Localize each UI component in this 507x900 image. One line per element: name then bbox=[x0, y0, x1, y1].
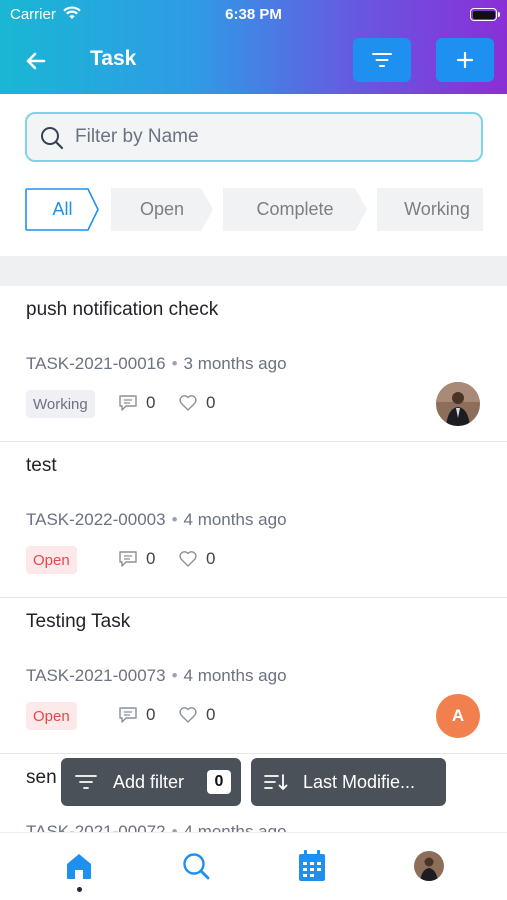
task-meta: TASK-2021-00073 • 4 months ago bbox=[26, 666, 287, 685]
comment-count: 0 bbox=[118, 549, 155, 569]
bottom-tab-bar bbox=[0, 832, 507, 900]
filter-button[interactable] bbox=[353, 38, 411, 82]
filter-lines-icon bbox=[75, 775, 97, 789]
comment-icon bbox=[119, 707, 137, 723]
task-title: sen bbox=[26, 767, 57, 788]
filter-count-badge: 0 bbox=[207, 770, 231, 794]
like-count: 0 bbox=[178, 393, 215, 413]
heart-icon bbox=[179, 707, 197, 723]
comment-count: 0 bbox=[118, 705, 155, 725]
tab-all[interactable]: All bbox=[25, 188, 100, 231]
task-id: TASK-2022-00003 bbox=[26, 510, 166, 529]
heart-icon bbox=[179, 551, 197, 567]
tab-complete[interactable]: Complete bbox=[223, 188, 367, 231]
active-tab-indicator bbox=[77, 887, 82, 892]
sort-button[interactable]: Last Modifie... bbox=[251, 758, 446, 806]
task-age: 3 months ago bbox=[183, 354, 287, 373]
task-meta: TASK-2022-00003 • 4 months ago bbox=[26, 510, 287, 529]
search-input[interactable] bbox=[75, 122, 470, 152]
assignee-avatar[interactable] bbox=[436, 382, 480, 426]
tab-complete-label: Complete bbox=[256, 199, 334, 219]
task-id: TASK-2021-00072 bbox=[26, 822, 166, 832]
clock: 6:38 PM bbox=[225, 6, 282, 23]
tab-all-label: All bbox=[52, 199, 73, 219]
add-filter-label: Add filter bbox=[113, 771, 185, 792]
add-filter-button[interactable]: Add filter 0 bbox=[61, 758, 241, 806]
search-icon bbox=[183, 853, 210, 880]
task-age: 4 months ago bbox=[183, 822, 287, 832]
task-row[interactable]: push notification check TASK-2021-00016 •… bbox=[0, 286, 507, 442]
page-title: Task bbox=[90, 47, 137, 70]
comment-count: 0 bbox=[118, 393, 155, 413]
tab-working[interactable]: Working bbox=[377, 188, 483, 231]
task-row[interactable]: test TASK-2022-00003 • 4 months ago Open 0… bbox=[0, 442, 507, 598]
home-icon bbox=[67, 854, 91, 879]
task-meta: TASK-2021-00016 • 3 months ago bbox=[26, 354, 287, 373]
tab-home[interactable] bbox=[62, 849, 96, 883]
task-age: 4 months ago bbox=[183, 666, 287, 685]
task-title: push notification check bbox=[26, 299, 219, 320]
task-list: push notification check TASK-2021-00016 •… bbox=[0, 286, 507, 832]
back-button[interactable] bbox=[22, 47, 50, 75]
status-badge: Open bbox=[26, 546, 77, 574]
tab-working-label: Working bbox=[404, 199, 470, 219]
sort-icon bbox=[264, 774, 288, 790]
task-meta: TASK-2021-00072 • 4 months ago bbox=[26, 822, 287, 832]
task-id: TASK-2021-00073 bbox=[26, 666, 166, 685]
comment-icon bbox=[119, 395, 137, 411]
task-age: 4 months ago bbox=[183, 510, 287, 529]
assignee-avatar[interactable]: A bbox=[436, 694, 480, 738]
status-badge: Working bbox=[26, 390, 95, 418]
tab-profile[interactable] bbox=[412, 849, 446, 883]
section-divider bbox=[0, 256, 507, 286]
tab-open[interactable]: Open bbox=[111, 188, 213, 231]
comment-icon bbox=[119, 551, 137, 567]
heart-icon bbox=[179, 395, 197, 411]
status-filter-tabs: All Open Complete Working bbox=[25, 188, 483, 232]
app-header: Carrier 6:38 PM Task bbox=[0, 0, 507, 94]
tab-open-label: Open bbox=[139, 199, 185, 219]
tab-search[interactable] bbox=[179, 849, 213, 883]
search-icon bbox=[41, 127, 64, 150]
filter-lines-icon bbox=[372, 53, 392, 67]
like-count: 0 bbox=[178, 549, 215, 569]
sort-label: Last Modifie... bbox=[303, 771, 416, 792]
task-row[interactable]: Testing Task TASK-2021-00073 • 4 months ag… bbox=[0, 598, 507, 754]
task-title: Testing Task bbox=[26, 611, 131, 632]
status-bar: Carrier 6:38 PM bbox=[0, 0, 507, 30]
task-id: TASK-2021-00016 bbox=[26, 354, 166, 373]
status-badge: Open bbox=[26, 702, 77, 730]
like-count: 0 bbox=[178, 705, 215, 725]
plus-icon bbox=[456, 51, 474, 69]
task-title: test bbox=[26, 455, 57, 476]
tab-calendar[interactable] bbox=[295, 849, 329, 883]
arrow-left-icon bbox=[26, 52, 46, 70]
calendar-icon bbox=[299, 850, 325, 881]
search-box[interactable] bbox=[25, 112, 483, 162]
add-task-button[interactable] bbox=[436, 38, 494, 82]
profile-avatar bbox=[414, 851, 444, 881]
battery-icon bbox=[470, 8, 500, 21]
